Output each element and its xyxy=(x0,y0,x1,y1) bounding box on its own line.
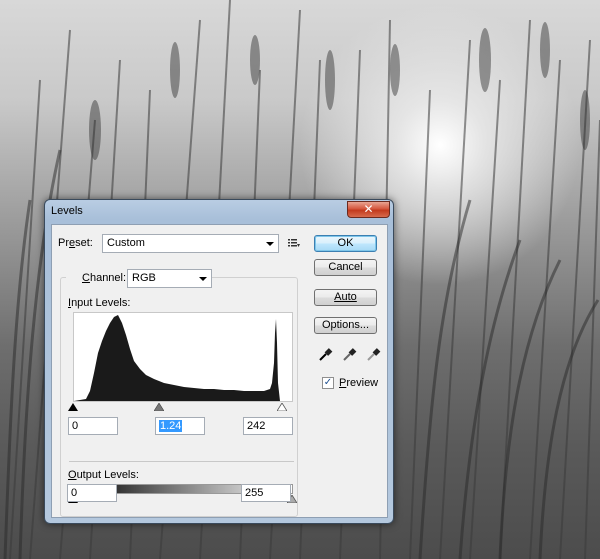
input-gamma-slider[interactable] xyxy=(153,403,164,411)
black-point-eyedropper-icon[interactable] xyxy=(317,347,333,363)
options-button[interactable]: Options... xyxy=(314,317,377,334)
channel-label-mnemonic: C xyxy=(82,272,90,284)
preview-label-suffix: review xyxy=(346,377,379,389)
output-levels-label-mnemonic: O xyxy=(68,469,77,481)
output-black-field[interactable]: 0 xyxy=(67,484,117,502)
input-black-slider[interactable] xyxy=(68,403,78,411)
checkmark-icon: ✓ xyxy=(323,377,333,388)
input-black-field[interactable]: 0 xyxy=(68,417,118,435)
input-gamma-value: 1.24 xyxy=(159,420,183,432)
white-point-eyedropper-icon[interactable] xyxy=(365,347,381,363)
output-levels-label-suffix: utput Levels: xyxy=(76,469,139,481)
channel-value: RGB xyxy=(132,272,156,284)
input-white-slider[interactable] xyxy=(277,403,287,411)
output-white-field[interactable]: 255 xyxy=(241,484,291,502)
input-levels-label-suffix: nput Levels: xyxy=(71,297,131,309)
preset-dropdown[interactable]: Custom xyxy=(102,234,279,253)
preset-label: Preset: xyxy=(58,237,93,249)
chevron-down-icon xyxy=(199,277,207,281)
output-black-value: 0 xyxy=(71,487,78,499)
levels-dialog: Levels ✕ Preset: Custom Channel: RGB Inp… xyxy=(44,199,394,524)
input-white-value: 242 xyxy=(247,420,266,432)
output-white-value: 255 xyxy=(245,487,264,499)
cancel-button[interactable]: Cancel xyxy=(314,259,377,276)
preset-label-prefix: Pr xyxy=(58,237,69,249)
close-icon: ✕ xyxy=(363,202,374,216)
ok-button[interactable]: OK xyxy=(314,235,377,252)
gray-point-eyedropper-icon[interactable] xyxy=(341,347,357,363)
close-button[interactable]: ✕ xyxy=(347,201,390,218)
chevron-down-icon xyxy=(266,242,274,246)
preset-options-icon[interactable] xyxy=(288,238,300,248)
histogram xyxy=(73,312,293,402)
channel-dropdown[interactable]: RGB xyxy=(127,269,212,288)
channel-label-suffix: hannel: xyxy=(89,272,127,284)
auto-button-label: Auto xyxy=(334,291,357,303)
channel-label: Channel: xyxy=(66,272,130,284)
input-black-value: 0 xyxy=(72,420,79,432)
levels-separator xyxy=(69,461,294,462)
preview-checkbox[interactable]: ✓ xyxy=(322,377,334,389)
output-levels-label: Output Levels: xyxy=(68,469,139,481)
dialog-client-area: Preset: Custom Channel: RGB Input Levels… xyxy=(51,224,388,518)
dialog-title: Levels xyxy=(51,205,83,217)
auto-button[interactable]: Auto xyxy=(314,289,377,306)
dialog-titlebar[interactable]: Levels ✕ xyxy=(45,200,393,222)
preset-value: Custom xyxy=(107,237,145,249)
preview-label: Preview xyxy=(339,377,378,389)
preset-label-suffix: set: xyxy=(75,237,93,249)
input-gamma-field[interactable]: 1.24 xyxy=(155,417,205,435)
histogram-fill xyxy=(74,315,280,401)
histogram-graph xyxy=(74,315,280,401)
input-levels-label: Input Levels: xyxy=(68,297,130,309)
input-white-field[interactable]: 242 xyxy=(243,417,293,435)
